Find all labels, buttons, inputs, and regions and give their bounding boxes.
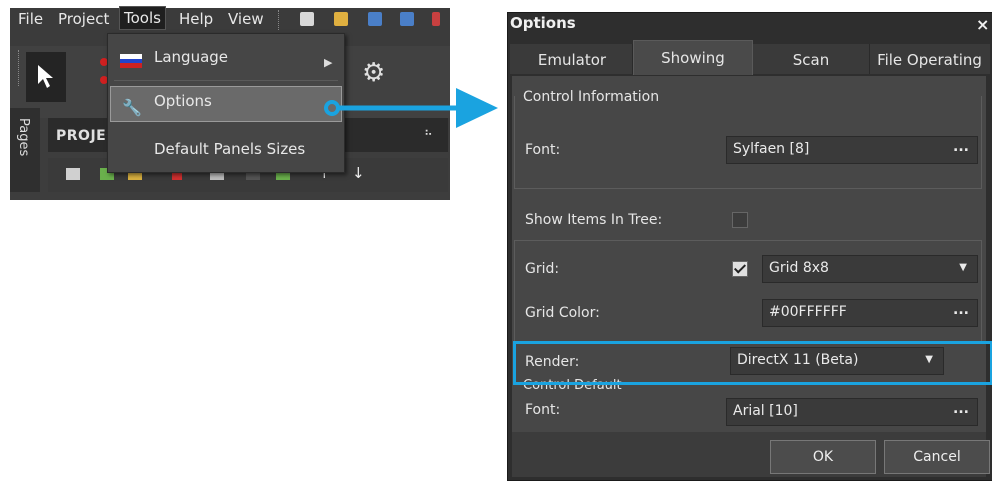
menu-item-options[interactable]: 🔧 Options bbox=[108, 92, 344, 126]
menu-help[interactable]: Help bbox=[175, 8, 217, 30]
menu-project[interactable]: Project bbox=[54, 8, 113, 30]
menu-item-default-panels-label: Default Panels Sizes bbox=[154, 140, 306, 158]
grid-color-value: #00FFFFFF bbox=[769, 304, 847, 320]
tools-dropdown-menu: Language ▶ 🔧 Options Default Panels Size… bbox=[107, 33, 345, 173]
control-default-font-value: Arial [10] bbox=[733, 403, 798, 419]
menu-item-language[interactable]: Language ▶ bbox=[108, 40, 344, 74]
tab-showing[interactable]: Showing bbox=[633, 40, 753, 75]
menu-item-default-panels-sizes[interactable]: Default Panels Sizes bbox=[108, 140, 344, 174]
cancel-button[interactable]: Cancel bbox=[884, 440, 990, 474]
grid-color-label: Grid Color: bbox=[525, 305, 600, 321]
menu-divider bbox=[114, 80, 338, 81]
save-icon[interactable] bbox=[368, 12, 382, 26]
control-default-font-field[interactable]: Arial [10] ... bbox=[726, 398, 978, 426]
ok-button[interactable]: OK bbox=[770, 440, 876, 474]
add-page-icon[interactable] bbox=[66, 168, 80, 180]
control-info-font-browse-button[interactable]: ... bbox=[953, 139, 969, 155]
control-default-font-browse-button[interactable]: ... bbox=[953, 401, 969, 417]
save-all-icon[interactable] bbox=[400, 12, 414, 26]
grid-size-select[interactable]: Grid 8x8 ▼ bbox=[762, 255, 978, 283]
panel-pin-icon[interactable]: ⠓ bbox=[424, 128, 433, 142]
grid-color-browse-button[interactable]: ... bbox=[953, 302, 969, 318]
show-items-checkbox[interactable] bbox=[732, 212, 748, 228]
tab-scan[interactable]: Scan bbox=[753, 44, 870, 74]
close-icon[interactable]: × bbox=[976, 15, 989, 34]
render-highlight-box bbox=[513, 341, 992, 385]
control-information-heading: Control Information bbox=[523, 89, 660, 105]
wrench-icon: 🔧 bbox=[122, 98, 142, 117]
pointer-tool-button[interactable] bbox=[26, 52, 66, 102]
menu-tools[interactable]: Tools bbox=[119, 6, 166, 30]
connector-arrowhead-icon bbox=[456, 88, 498, 128]
close-file-icon[interactable] bbox=[432, 12, 440, 26]
menu-item-options-label: Options bbox=[154, 92, 212, 110]
show-items-label: Show Items In Tree: bbox=[525, 212, 663, 228]
grid-checkbox[interactable] bbox=[732, 261, 748, 277]
open-folder-icon[interactable] bbox=[334, 12, 348, 26]
toolbar-separator bbox=[278, 10, 281, 30]
control-info-font-value: Sylfaen [8] bbox=[733, 141, 810, 157]
menu-file[interactable]: File bbox=[14, 8, 47, 30]
control-default-font-label: Font: bbox=[525, 402, 561, 418]
cursor-arrow-icon bbox=[38, 65, 53, 88]
dialog-title: Options bbox=[510, 14, 576, 32]
toolbar-separator bbox=[18, 50, 21, 86]
control-info-font-label: Font: bbox=[525, 142, 561, 158]
pages-side-tab[interactable]: Pages bbox=[10, 108, 40, 192]
move-down-icon[interactable]: ↓ bbox=[352, 164, 365, 182]
grid-label: Grid: bbox=[525, 261, 560, 277]
chevron-down-icon: ▼ bbox=[959, 262, 967, 273]
grid-color-field[interactable]: #00FFFFFF ... bbox=[762, 299, 978, 327]
control-info-font-field[interactable]: Sylfaen [8] ... bbox=[726, 136, 978, 164]
menu-view[interactable]: View bbox=[224, 8, 268, 30]
pages-tab-label: Pages bbox=[16, 118, 31, 157]
tab-file-operating[interactable]: File Operating bbox=[871, 44, 988, 74]
menu-item-language-label: Language bbox=[154, 48, 229, 66]
grid-size-value: Grid 8x8 bbox=[769, 260, 829, 276]
russian-flag-icon bbox=[120, 54, 142, 68]
submenu-chevron-icon: ▶ bbox=[324, 56, 333, 69]
tab-emulator[interactable]: Emulator bbox=[512, 44, 633, 74]
new-file-icon[interactable] bbox=[300, 12, 314, 26]
gears-icon[interactable]: ⚙ bbox=[362, 58, 385, 88]
